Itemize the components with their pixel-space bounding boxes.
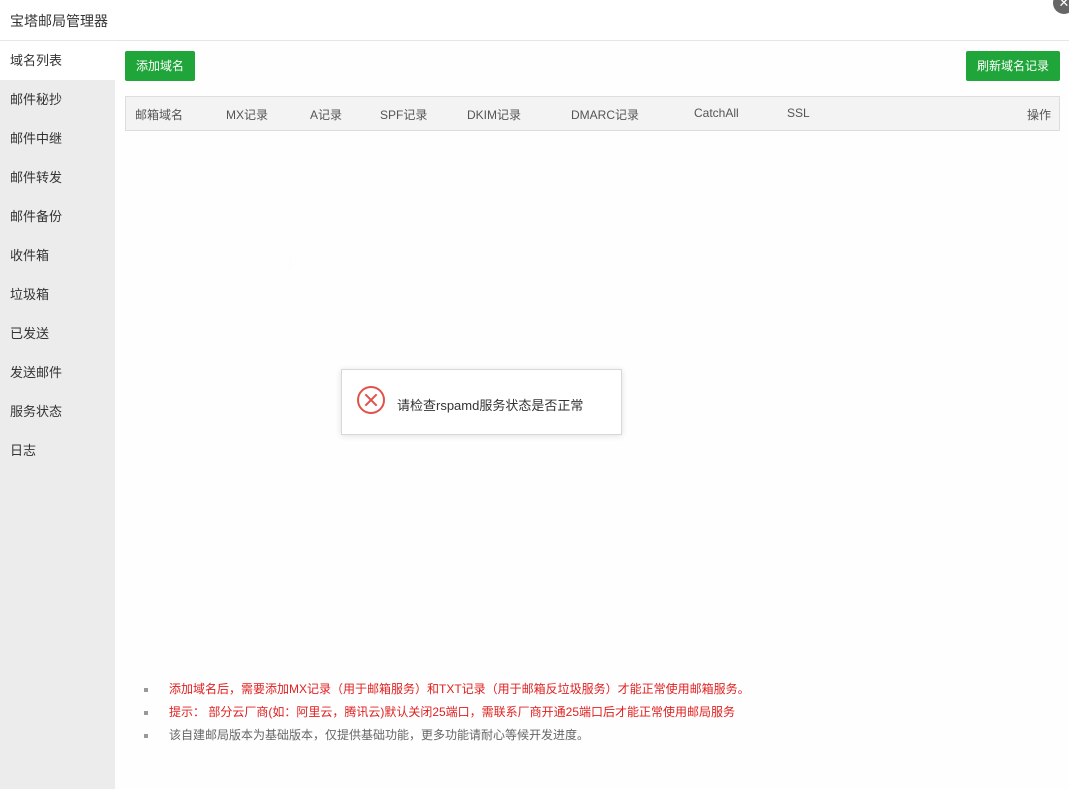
sidebar-item-service-status[interactable]: 服务状态	[0, 392, 115, 431]
sidebar-item-relay[interactable]: 邮件中继	[0, 119, 115, 158]
error-toast: 请检查rspamd服务状态是否正常	[341, 369, 622, 435]
dialog-title: 宝塔邮局管理器	[10, 13, 108, 29]
sidebar: 域名列表 邮件秘抄 邮件中继 邮件转发 邮件备份 收件箱 垃圾箱 已发送 发送邮…	[0, 41, 115, 789]
sidebar-item-sent[interactable]: 已发送	[0, 314, 115, 353]
refresh-domain-records-button[interactable]: 刷新域名记录	[965, 51, 1060, 81]
help-notes: 添加域名后，需要添加MX记录（用于邮箱服务）和TXT记录（用于邮箱反垃圾服务）才…	[144, 678, 750, 747]
dialog-titlebar: 宝塔邮局管理器	[0, 0, 1069, 41]
column-header-catchall: CatchAll	[694, 106, 739, 120]
error-icon	[357, 386, 385, 414]
column-header-dmarc: DMARC记录	[571, 108, 639, 122]
note-item: 该自建邮局版本为基础版本，仅提供基础功能，更多功能请耐心等候开发进度。	[144, 724, 750, 747]
error-message: 请检查rspamd服务状态是否正常	[397, 398, 584, 413]
sidebar-item-spam[interactable]: 垃圾箱	[0, 275, 115, 314]
column-header-a: A记录	[310, 108, 343, 122]
sidebar-item-inbox[interactable]: 收件箱	[0, 236, 115, 275]
sidebar-item-forward[interactable]: 邮件转发	[0, 158, 115, 197]
column-header-actions: 操作	[1026, 108, 1051, 122]
note-item: 添加域名后，需要添加MX记录（用于邮箱服务）和TXT记录（用于邮箱反垃圾服务）才…	[144, 678, 750, 701]
mail-manager-dialog: 宝塔邮局管理器 ✕ 域名列表 邮件秘抄 邮件中继 邮件转发 邮件备份 收件箱 垃…	[0, 0, 1069, 789]
sidebar-item-domain-list[interactable]: 域名列表	[0, 41, 115, 80]
sidebar-item-logs[interactable]: 日志	[0, 431, 115, 470]
column-header-dkim: DKIM记录	[467, 108, 522, 122]
sidebar-item-backup[interactable]: 邮件备份	[0, 197, 115, 236]
domain-table-header: 邮箱域名 MX记录 A记录 SPF记录 DKIM记录 DMARC记录 Catch…	[125, 96, 1060, 131]
note-item: 提示： 部分云厂商(如：阿里云，腾讯云)默认关闭25端口，需联系厂商开通25端口…	[144, 701, 750, 724]
column-header-ssl: SSL	[787, 106, 810, 120]
column-header-domain: 邮箱域名	[135, 108, 184, 122]
column-header-spf: SPF记录	[380, 108, 428, 122]
sidebar-item-bcc[interactable]: 邮件秘抄	[0, 80, 115, 119]
sidebar-item-compose[interactable]: 发送邮件	[0, 353, 115, 392]
column-header-mx: MX记录	[226, 108, 269, 122]
add-domain-button[interactable]: 添加域名	[125, 51, 196, 81]
